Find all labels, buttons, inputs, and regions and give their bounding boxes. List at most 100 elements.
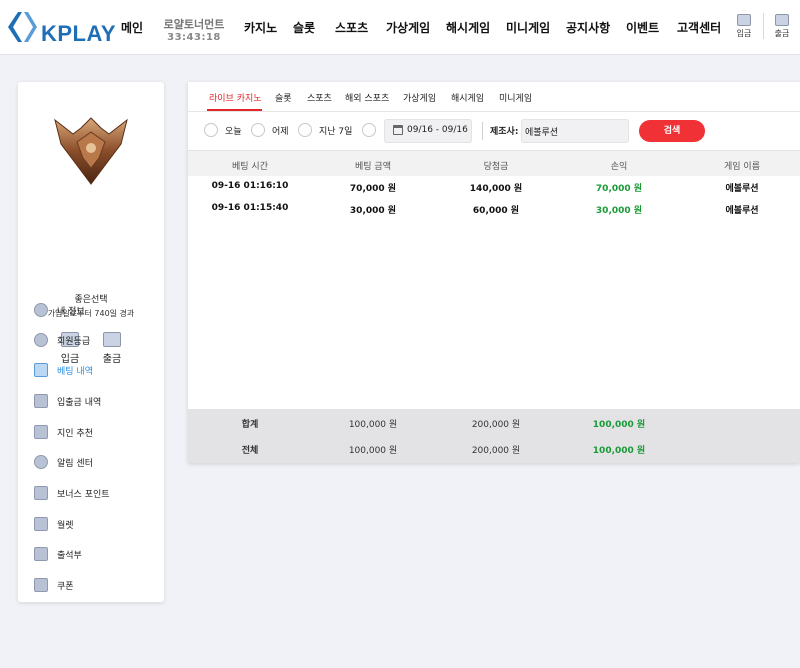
summary-winnings: 200,000 원	[471, 420, 521, 430]
sidebar-item-label: 월렛	[57, 520, 74, 531]
tournament-countdown: 33:43:18	[167, 32, 221, 43]
coupon-icon	[34, 578, 48, 592]
sidebar-item-betting-history[interactable]: 베팅 내역	[34, 360, 154, 380]
cell-winnings: 60,000 원	[472, 206, 520, 216]
maker-input[interactable]	[521, 119, 629, 143]
user-sidebar: 좋은선택 가입일로부터 740일 경과 입금 출금 내 정보 회원등급 베팅 내…	[18, 82, 164, 602]
kplay-logo-icon	[8, 12, 37, 42]
cell-profit: 70,000 원	[595, 184, 643, 194]
nav-notice[interactable]: 공지사항	[566, 19, 610, 36]
sidebar-item-member-grade[interactable]: 회원등급	[34, 330, 154, 350]
summary-winnings: 200,000 원	[471, 446, 521, 456]
summary-profit: 100,000 원	[592, 446, 646, 456]
filter-bar: 오늘 어제 지난 7일 09/16 - 09/16 제조사: 검색	[188, 118, 800, 144]
search-button[interactable]: 검색	[639, 120, 705, 142]
grade-icon	[34, 333, 48, 347]
radio-today-label: 오늘	[225, 127, 242, 137]
sidebar-item-wallet[interactable]: 월렛	[34, 514, 154, 534]
history-icon	[34, 363, 48, 377]
col-winnings: 당첨금	[483, 162, 509, 172]
sidebar-item-my-info[interactable]: 내 정보	[34, 300, 154, 320]
user-icon	[34, 303, 48, 317]
filter-divider	[482, 122, 483, 140]
logo-text: KPLAY	[41, 21, 117, 46]
header-deposit-label: 입금	[736, 29, 752, 38]
tab-virtual-game[interactable]: 가상게임	[403, 91, 436, 104]
summary-profit: 100,000 원	[592, 420, 646, 430]
header-withdraw-label: 출금	[774, 29, 790, 38]
nav-event[interactable]: 이벤트	[626, 19, 659, 36]
sidebar-item-bonus-points[interactable]: 보너스 포인트	[34, 483, 154, 503]
sidebar-item-label: 알림 센터	[57, 458, 93, 469]
referral-icon	[34, 425, 48, 439]
radio-yesterday[interactable]	[251, 123, 265, 137]
nav-virtual-game[interactable]: 가상게임	[386, 19, 430, 36]
tab-mini-game[interactable]: 미니게임	[499, 91, 532, 104]
col-bet-time: 베팅 시간	[232, 162, 268, 172]
nav-hash-game[interactable]: 해시게임	[446, 19, 490, 36]
nav-casino[interactable]: 카지노	[244, 19, 277, 36]
game-tabs: 라이브 카지노 슬롯 스포츠 해외 스포츠 가상게임 해시게임 미니게임	[188, 82, 800, 112]
royal-tournament-label: 로얄토너먼트	[163, 18, 225, 31]
wallet-icon	[737, 14, 751, 26]
cell-winnings: 140,000 원	[469, 184, 523, 194]
summary-row-total: 전체 100,000 원 200,000 원 100,000 원	[188, 438, 800, 460]
nav-mini-game[interactable]: 미니게임	[506, 19, 550, 36]
radio-last-7-days-label: 지난 7일	[319, 127, 353, 137]
radio-last-7-days[interactable]	[298, 123, 312, 137]
sidebar-item-label: 입출금 내역	[57, 397, 102, 408]
cell-bet-time: 09-16 01:15:40	[211, 203, 289, 213]
wallet-icon	[34, 517, 48, 531]
sidebar-item-transactions[interactable]: 입출금 내역	[34, 391, 154, 411]
header-deposit-button[interactable]: 입금	[731, 14, 757, 39]
kplay-logo[interactable]: KPLAY	[6, 10, 116, 46]
date-range-picker[interactable]: 09/16 - 09/16	[384, 119, 472, 143]
header-withdraw-button[interactable]: 출금	[769, 14, 795, 39]
tab-hash-game[interactable]: 해시게임	[451, 91, 484, 104]
nav-royal-tournament[interactable]: 로얄토너먼트 33:43:18	[161, 18, 227, 44]
sidebar-item-referral[interactable]: 지인 추천	[34, 422, 154, 442]
calendar-icon	[393, 125, 403, 135]
cell-profit: 30,000 원	[595, 206, 643, 216]
sidebar-item-attendance[interactable]: 출석부	[34, 544, 154, 564]
active-tab-indicator	[207, 109, 262, 111]
tab-slot[interactable]: 슬롯	[275, 91, 292, 104]
betting-history-panel: 라이브 카지노 슬롯 스포츠 해외 스포츠 가상게임 해시게임 미니게임 오늘 …	[188, 82, 800, 463]
bonus-icon	[34, 486, 48, 500]
sidebar-item-coupon[interactable]: 쿠폰	[34, 575, 154, 595]
cell-game-name: 에볼루션	[725, 184, 759, 194]
nav-main[interactable]: 메인	[121, 19, 143, 36]
summary-bet-amount: 100,000 원	[348, 420, 398, 430]
summary-label: 합계	[241, 420, 259, 430]
sidebar-item-notifications[interactable]: 알림 센터	[34, 452, 154, 472]
calendar-icon	[34, 547, 48, 561]
maker-label: 제조사:	[490, 127, 519, 137]
cell-bet-amount: 30,000 원	[349, 206, 397, 216]
radio-today[interactable]	[204, 123, 218, 137]
wallet-icon	[775, 14, 789, 26]
sidebar-item-label: 회원등급	[57, 336, 91, 347]
table-summary: 합계 100,000 원 200,000 원 100,000 원 전체 100,…	[188, 409, 800, 463]
nav-slot[interactable]: 슬롯	[293, 19, 315, 36]
rank-emblem-icon	[54, 117, 128, 185]
sidebar-item-label: 쿠폰	[57, 581, 74, 592]
table-header: 베팅 시간 베팅 금액 당첨금 손익 게임 이름	[188, 150, 800, 176]
radio-custom-range[interactable]	[362, 123, 376, 137]
chat-bubble-icon	[34, 455, 48, 469]
summary-bet-amount: 100,000 원	[348, 446, 398, 456]
sidebar-item-label: 내 정보	[57, 306, 85, 317]
wallet-icon	[34, 394, 48, 408]
tab-sports[interactable]: 스포츠	[307, 91, 332, 104]
cell-bet-amount: 70,000 원	[349, 184, 397, 194]
sidebar-item-label: 베팅 내역	[57, 366, 93, 377]
nav-sports[interactable]: 스포츠	[335, 19, 368, 36]
sidebar-item-label: 지인 추천	[57, 428, 93, 439]
cell-game-name: 에볼루션	[725, 206, 759, 216]
header-divider	[763, 13, 764, 39]
sidebar-item-label: 출석부	[57, 550, 82, 561]
nav-support[interactable]: 고객센터	[677, 19, 721, 36]
table-row: 09-16 01:16:10 70,000 원 140,000 원 70,000…	[188, 176, 800, 198]
table-row: 09-16 01:15:40 30,000 원 60,000 원 30,000 …	[188, 198, 800, 220]
tab-live-casino[interactable]: 라이브 카지노	[209, 91, 262, 104]
tab-overseas-sports[interactable]: 해외 스포츠	[345, 91, 389, 104]
